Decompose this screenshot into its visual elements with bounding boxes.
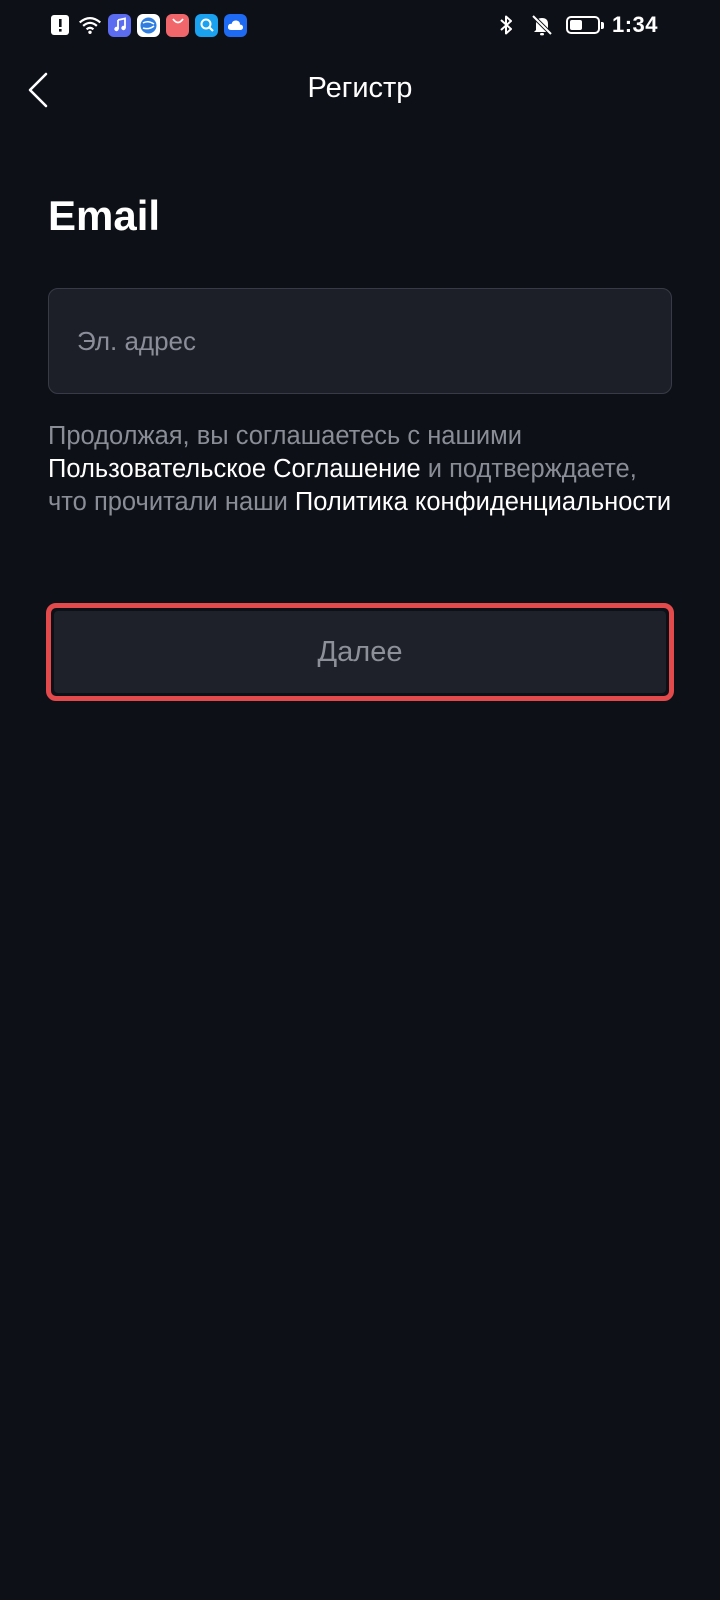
email-input[interactable] <box>48 288 672 394</box>
music-app-icon <box>108 13 131 37</box>
wifi-icon <box>78 13 102 37</box>
status-time: 1:34 <box>611 12 658 37</box>
status-bar-system: 1:34 <box>494 10 658 40</box>
app-header: Регистр <box>0 60 720 124</box>
next-button[interactable]: Далее <box>54 611 666 693</box>
next-button-highlight: Далее <box>46 603 674 701</box>
register-screen: 1:34 Регистр Email Продолжая, вы соглаша… <box>0 0 720 1600</box>
page-title: Регистр <box>307 72 413 104</box>
battery-icon <box>565 16 604 34</box>
browser-app-icon <box>137 13 160 37</box>
bluetooth-icon <box>494 13 518 37</box>
email-heading: Email <box>48 192 161 239</box>
status-bar-notifications <box>48 12 247 38</box>
status-bar: 1:34 <box>0 0 720 50</box>
privacy-policy-link[interactable]: Политика конфиденциальности <box>295 488 671 516</box>
shopping-app-icon <box>166 13 189 37</box>
alert-icon <box>48 13 72 37</box>
terms-text: Продолжая, вы соглашаетесь с нашими Поль… <box>48 420 678 519</box>
battery-level <box>569 20 582 30</box>
user-agreement-link[interactable]: Пользовательское Соглашение <box>48 455 421 483</box>
notifications-off-icon <box>530 13 554 37</box>
cloud-app-icon <box>224 13 247 37</box>
search-app-icon <box>195 13 218 37</box>
terms-text-part-1: Продолжая, вы соглашаетесь с нашими <box>48 422 522 450</box>
